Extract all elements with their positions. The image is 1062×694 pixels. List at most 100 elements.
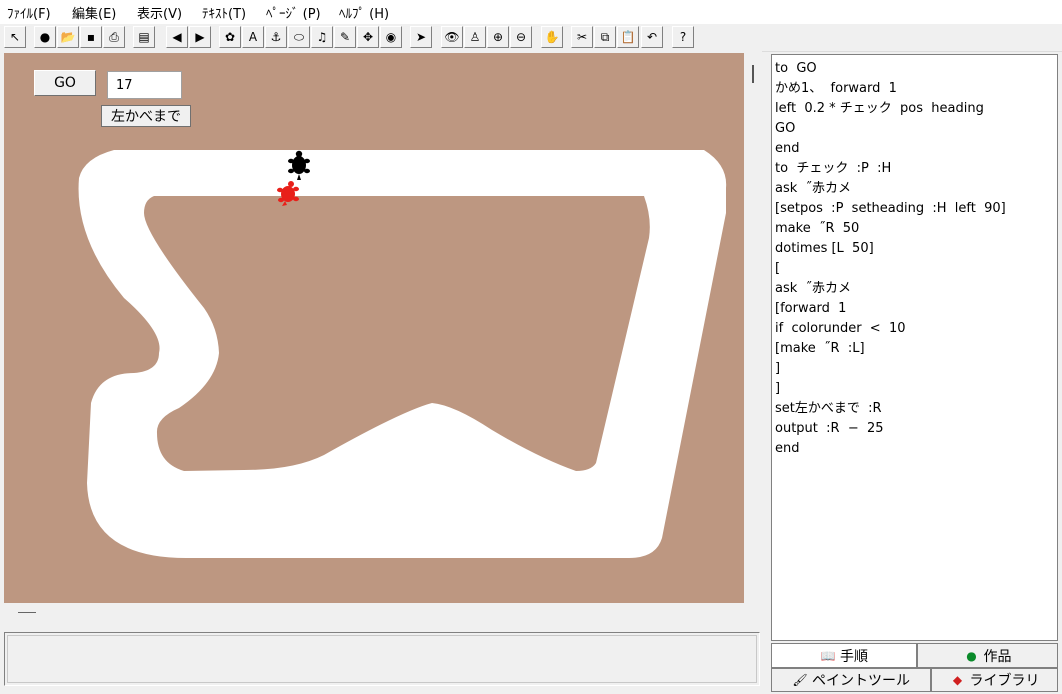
cut-icon: ✂ [576,30,588,44]
scroll-indicator[interactable] [752,65,754,83]
procedures-panel[interactable]: to GO かめ1、 forward 1 left 0.2 * チェック pos h… [771,54,1058,641]
toolbar-button-undo[interactable]: ↶ [641,26,663,48]
pages-icon: ▤ [138,30,150,44]
code-line: ] [775,361,781,376]
menu-bar: ﾌｧｲﾙ(F) 編集(E) 表示(V) ﾃｷｽﾄ(T) ﾍﾟｰｼﾞ (P) ﾍﾙ… [0,0,1062,24]
tab-library-label: ライブラリ [969,673,1040,689]
globe-icon: ● [966,648,977,663]
toolbar-button-print[interactable]: ⎙ [103,26,125,48]
toolbar-button-shape[interactable]: ✎ [334,26,356,48]
code-line: set左かべまで :R [775,401,882,416]
brush-icon: 🖌 [792,673,808,687]
toolbar-button-slider[interactable]: ⚓ [265,26,287,48]
save-icon: ▪ [86,30,96,44]
code-line: ask ˝赤カメ [775,281,852,296]
code-line: end [775,141,800,156]
tab-procedures-label: 手順 [840,648,868,665]
toolbar-button-new-page[interactable]: ● [34,26,56,48]
canvas-drawing [78,150,727,559]
book-icon: 📖 [820,648,836,663]
left-wall-button[interactable]: 左かべまで [101,105,191,127]
eye-icon: 👁 [444,30,460,44]
toolbar-button-zoom-out[interactable]: ⊖ [510,26,532,48]
toolbar-button-stop-hand[interactable]: ✋ [541,26,563,48]
code-line: [make ˝R :L] [775,341,865,356]
toolbar: ↖ ● 📂 ▪ ⎙ ▤ ◀ ▶ ✿ A ⚓ ⬭ ♫ ✎ ✥ ◉ ➤ 👁 ♙ ⊕ ⊖ ✋ ✂ ⧉ 📋 ↶? [0,24,1062,52]
code-line: かめ1、 forward 1 [775,81,897,96]
open-folder-icon: 📂 [60,30,76,44]
toolbar-button-help[interactable]: ? [672,26,694,48]
tab-paint-tools[interactable]: 🖌 ペイントツール [771,668,931,692]
toolbar-button-new-turtle[interactable]: ✿ [219,26,241,48]
toolbar-button-music[interactable]: ♫ [311,26,333,48]
code-line: end [775,441,800,456]
code-line: [setpos :P setheading :H left 90] [775,201,1006,216]
toolbar-button-pointer[interactable]: ➤ [410,26,432,48]
code-line: make ˝R 50 [775,221,860,236]
code-line: to チェック :P :H [775,161,892,176]
text-box-icon: A [248,30,258,44]
tab-procedures[interactable]: 📖 手順 [771,643,917,668]
music-icon: ♫ [316,30,328,44]
toolbar-button-turtle-graphics[interactable]: ◉ [380,26,402,48]
new-turtle-icon: ✿ [224,30,236,44]
copy-icon: ⧉ [600,30,610,44]
toolbar-button-eye[interactable]: 👁 [441,26,463,48]
next-page-icon: ▶ [195,30,205,44]
code-line: dotimes [L 50] [775,241,874,256]
command-center[interactable] [4,632,760,686]
zoom-in-icon: ⊕ [492,30,504,44]
select-arrow-icon: ↖ [9,30,21,44]
toolbar-button-save[interactable]: ▪ [80,26,102,48]
menu-text[interactable]: ﾃｷｽﾄ(T) [202,3,246,22]
help-icon: ? [679,30,687,44]
code-line: ] [775,381,781,396]
toolbar-button-cut[interactable]: ✂ [571,26,593,48]
shapes-icon: ◆ [952,673,963,687]
tab-paint-tools-label: ペイントツール [812,673,910,689]
tab-projects[interactable]: ● 作品 [917,643,1058,668]
menu-view[interactable]: 表示(V) [137,3,182,22]
go-button[interactable]: GO [34,70,96,96]
toolbar-button-button[interactable]: ⬭ [288,26,310,48]
toolbar-button-paste[interactable]: 📋 [617,26,639,48]
print-icon: ⎙ [109,30,119,44]
canvas-frame: GO 17 左かべまで [0,51,762,605]
toolbar-button-select-arrow[interactable]: ↖ [4,26,26,48]
toolbar-button-open-folder[interactable]: 📂 [57,26,79,48]
code-line: ask ˝赤カメ [775,181,852,196]
code-line: left 0.2 * チェック pos heading [775,101,984,116]
toolbar-button-next-page[interactable]: ▶ [189,26,211,48]
tab-library[interactable]: ◆ ライブラリ [931,668,1058,692]
code-line: to GO [775,61,817,76]
stop-hand-icon: ✋ [544,30,560,44]
value-box[interactable]: 17 [107,71,182,99]
code-line: [forward 1 [775,301,847,316]
turtle-canvas[interactable]: GO 17 左かべまで [4,53,744,603]
slider-icon: ⚓ [270,30,282,44]
menu-help[interactable]: ﾍﾙﾌﾟ (H) [339,3,389,22]
paste-icon: 📋 [620,30,636,44]
toolbar-button-zoom-in[interactable]: ⊕ [487,26,509,48]
toolbar-button-previous-page[interactable]: ◀ [166,26,188,48]
button-icon: ⬭ [293,30,305,44]
toolbar-button-animation[interactable]: ✥ [357,26,379,48]
code-line: if colorunder < 10 [775,321,906,336]
toolbar-button-pages[interactable]: ▤ [133,26,155,48]
undo-icon: ↶ [646,30,658,44]
animation-icon: ✥ [362,30,374,44]
zoom-out-icon: ⊖ [515,30,527,44]
tab-projects-label: 作品 [983,648,1012,665]
pointer-icon: ➤ [415,30,427,44]
shape-icon: ✎ [339,30,351,44]
divider-mark [18,612,36,613]
command-center-input[interactable] [7,635,757,683]
menu-edit[interactable]: 編集(E) [72,3,116,22]
menu-file[interactable]: ﾌｧｲﾙ(F) [7,3,51,22]
menu-page[interactable]: ﾍﾟｰｼﾞ (P) [266,3,321,22]
new-page-icon: ● [39,30,51,44]
previous-page-icon: ◀ [172,30,182,44]
toolbar-button-copy[interactable]: ⧉ [594,26,616,48]
toolbar-button-stamp[interactable]: ♙ [464,26,486,48]
toolbar-button-text-box[interactable]: A [242,26,264,48]
